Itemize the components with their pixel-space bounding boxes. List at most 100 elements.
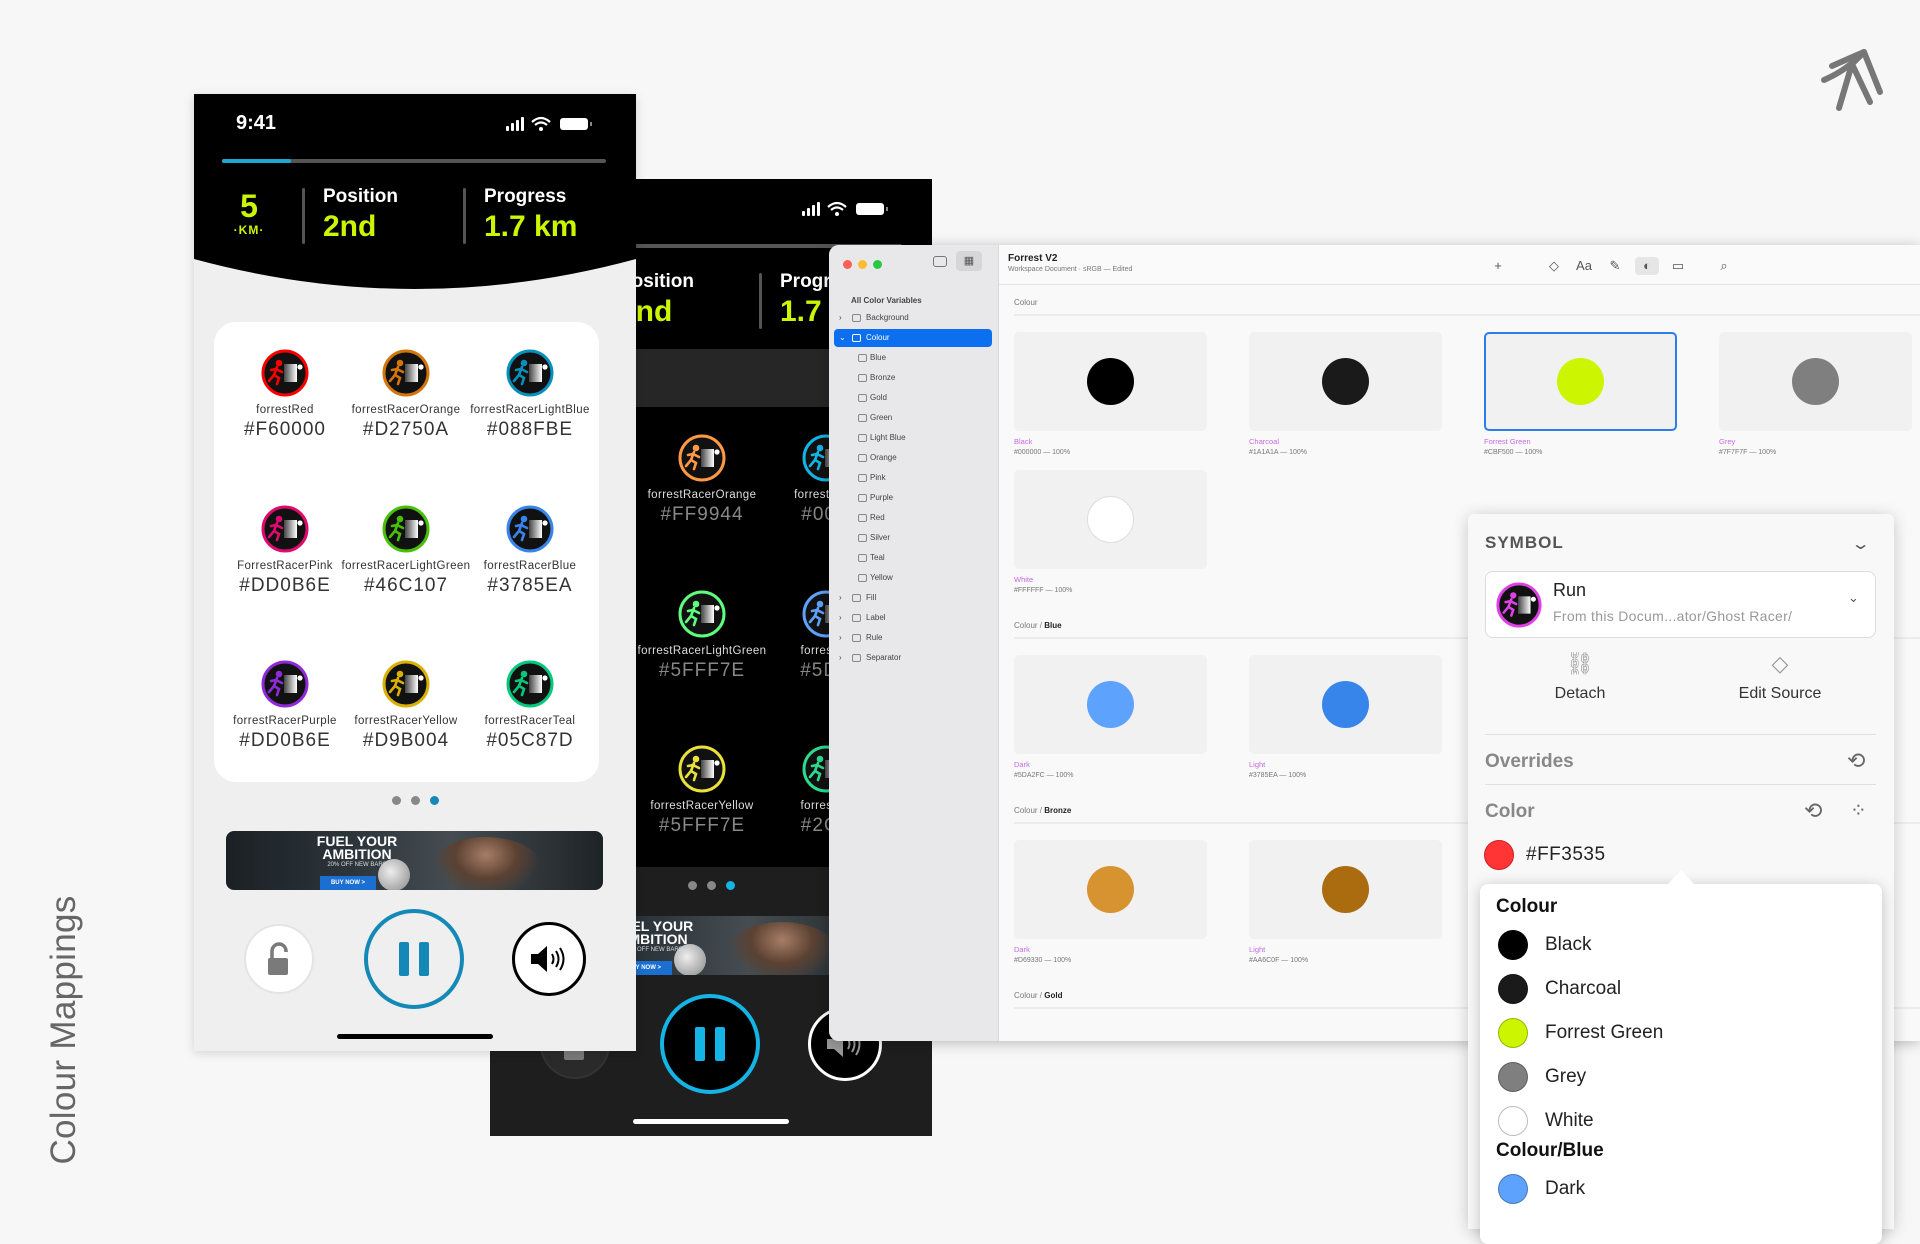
swatch-preview[interactable] — [1014, 332, 1207, 431]
color-option-label: Grey — [1545, 1066, 1587, 1087]
chevron-down-icon: ⌄ — [1848, 590, 1859, 605]
detach-button[interactable]: ⛓ Detach — [1510, 651, 1650, 703]
page-dot[interactable] — [706, 881, 716, 890]
racer-icon — [505, 659, 555, 709]
minimize-window-button[interactable] — [858, 260, 867, 269]
detach-link-icon: ⛓ — [1566, 651, 1594, 676]
color-option-grey[interactable]: Grey — [1498, 1062, 1586, 1092]
sidebar-item-fill[interactable]: › Fill — [834, 589, 992, 607]
sidebar-item-yellow[interactable]: Yellow — [834, 569, 992, 587]
swatch-preview[interactable] — [1719, 332, 1912, 431]
page-dot[interactable] — [429, 796, 439, 805]
color-option-dark[interactable]: Dark — [1498, 1174, 1585, 1204]
racer-colour-name: forrestRacerOrange — [351, 404, 461, 416]
search-icon[interactable]: ⌕ — [1712, 257, 1736, 275]
chevron-right-icon[interactable]: › — [839, 629, 842, 647]
color-swatch-card[interactable]: Charcoal #1A1A1A — 100% — [1249, 332, 1442, 456]
color-swatch-card[interactable]: Light #3785EA — 100% — [1249, 655, 1442, 779]
section-title: Colour — [1014, 285, 1920, 316]
color-value[interactable]: #FF3535 — [1526, 844, 1606, 866]
color-option-label: White — [1545, 1110, 1594, 1131]
lock-button[interactable] — [244, 924, 314, 994]
pause-icon — [399, 942, 429, 976]
swatch-preview[interactable] — [1249, 840, 1442, 939]
preview-icon[interactable]: ▭ — [1666, 257, 1690, 275]
plus-icon[interactable]: + — [1486, 257, 1510, 275]
ad-banner[interactable]: FUEL YOUR AMBITION 20% OFF NEW BARS BUY NO… — [226, 831, 603, 890]
pause-button[interactable] — [660, 994, 760, 1094]
color-option-forrest-green[interactable]: Forrest Green — [1498, 1018, 1663, 1048]
sidebar-item-label: Bronze — [870, 373, 896, 382]
color-swatch-card[interactable]: Forrest Green #CBF500 — 100% — [1484, 332, 1677, 456]
sidebar-item-background[interactable]: › Background — [834, 309, 992, 327]
page-dot[interactable] — [725, 881, 735, 890]
swatch-preview[interactable] — [1249, 332, 1442, 431]
swatch-circle — [1322, 866, 1369, 913]
color-option-white[interactable]: White — [1498, 1106, 1594, 1136]
sidebar-toggle-icon[interactable] — [933, 256, 947, 267]
sidebar-item-separator[interactable]: › Separator — [834, 649, 992, 667]
page-dot[interactable] — [391, 796, 401, 805]
color-swatch[interactable] — [1484, 840, 1514, 870]
chevron-right-icon[interactable]: › — [839, 649, 842, 667]
sidebar-item-orange[interactable]: Orange — [834, 449, 992, 467]
sidebar-item-label: Orange — [870, 453, 897, 462]
ad-buy-now-button[interactable]: BUY NOW > — [320, 876, 376, 890]
sidebar-item-label[interactable]: › Label — [834, 609, 992, 627]
sidebar-item-blue[interactable]: Blue — [834, 349, 992, 367]
page-indicator[interactable] — [194, 792, 636, 810]
color-option-charcoal[interactable]: Charcoal — [1498, 974, 1621, 1004]
swatch-preview[interactable] — [1484, 332, 1677, 431]
chevron-right-icon[interactable]: › — [839, 309, 842, 327]
unlock-icon — [268, 942, 288, 975]
close-window-button[interactable] — [843, 260, 852, 269]
color-swatch-card[interactable]: Grey #7F7F7F — 100% — [1719, 332, 1912, 456]
sidebar-item-teal[interactable]: Teal — [834, 549, 992, 567]
color-group-icon — [858, 494, 867, 502]
reset-color-icon[interactable]: ⟲ — [1804, 798, 1822, 824]
sound-button[interactable] — [512, 922, 586, 996]
sidebar-item-colour[interactable]: ⌄ Colour — [834, 329, 992, 347]
sidebar-item-purple[interactable]: Purple — [834, 489, 992, 507]
sidebar-item-silver[interactable]: Silver — [834, 529, 992, 547]
chevron-down-icon[interactable]: ⌄ — [1851, 534, 1871, 554]
color-swatch-card[interactable]: White #FFFFFF — 100% — [1014, 470, 1207, 594]
color-variables-icon[interactable]: ◐ — [1635, 257, 1659, 275]
swatch-value: #5DA2FC — 100% — [1014, 772, 1074, 779]
swatch-circle — [1087, 496, 1134, 543]
symbol-heading: SYMBOL — [1485, 533, 1564, 552]
page-dot[interactable] — [687, 881, 697, 890]
page-dot[interactable] — [410, 796, 420, 805]
phone-light-mockup: 9:41 5 ·KM· Position 2nd Progress 1.7 km forres… — [194, 94, 636, 1051]
color-swatch-card[interactable]: Light #AA6C0F — 100% — [1249, 840, 1442, 964]
sidebar-item-red[interactable]: Red — [834, 509, 992, 527]
sidebar-item-light-blue[interactable]: Light Blue — [834, 429, 992, 447]
color-option-black[interactable]: Black — [1498, 930, 1591, 960]
edit-source-button[interactable]: ◇ Edit Source — [1710, 651, 1850, 703]
layer-styles-icon[interactable]: ✎ — [1603, 257, 1627, 275]
color-variables-grid-icon[interactable]: ⁘ — [1850, 798, 1867, 823]
chevron-down-icon[interactable]: ⌄ — [839, 329, 846, 347]
swatch-preview[interactable] — [1014, 840, 1207, 939]
color-swatch-card[interactable]: Dark #D69330 — 100% — [1014, 840, 1207, 964]
distance-number: 5 — [240, 188, 258, 224]
sidebar-item-pink[interactable]: Pink — [834, 469, 992, 487]
text-styles-icon[interactable]: Aa — [1572, 257, 1596, 275]
swatch-preview[interactable] — [1014, 470, 1207, 569]
pause-button[interactable] — [364, 909, 464, 1009]
chevron-right-icon[interactable]: › — [839, 589, 842, 607]
sidebar-item-rule[interactable]: › Rule — [834, 629, 992, 647]
sidebar-item-bronze[interactable]: Bronze — [834, 369, 992, 387]
color-swatch-card[interactable]: Black #000000 — 100% — [1014, 332, 1207, 456]
chevron-right-icon[interactable]: › — [839, 609, 842, 627]
grid-view-icon[interactable]: ▦ — [956, 251, 982, 271]
sidebar-item-gold[interactable]: Gold — [834, 389, 992, 407]
sidebar-item-green[interactable]: Green — [834, 409, 992, 427]
symbol-picker[interactable]: Run From this Docum...ator/Ghost Racer/ … — [1485, 571, 1876, 638]
swatch-preview[interactable] — [1249, 655, 1442, 754]
zoom-window-button[interactable] — [873, 260, 882, 269]
swatch-preview[interactable] — [1014, 655, 1207, 754]
reset-overrides-icon[interactable]: ⟲ — [1847, 748, 1865, 774]
color-swatch-card[interactable]: Dark #5DA2FC — 100% — [1014, 655, 1207, 779]
symbol-diamond-icon[interactable]: ◇ — [1542, 257, 1566, 275]
